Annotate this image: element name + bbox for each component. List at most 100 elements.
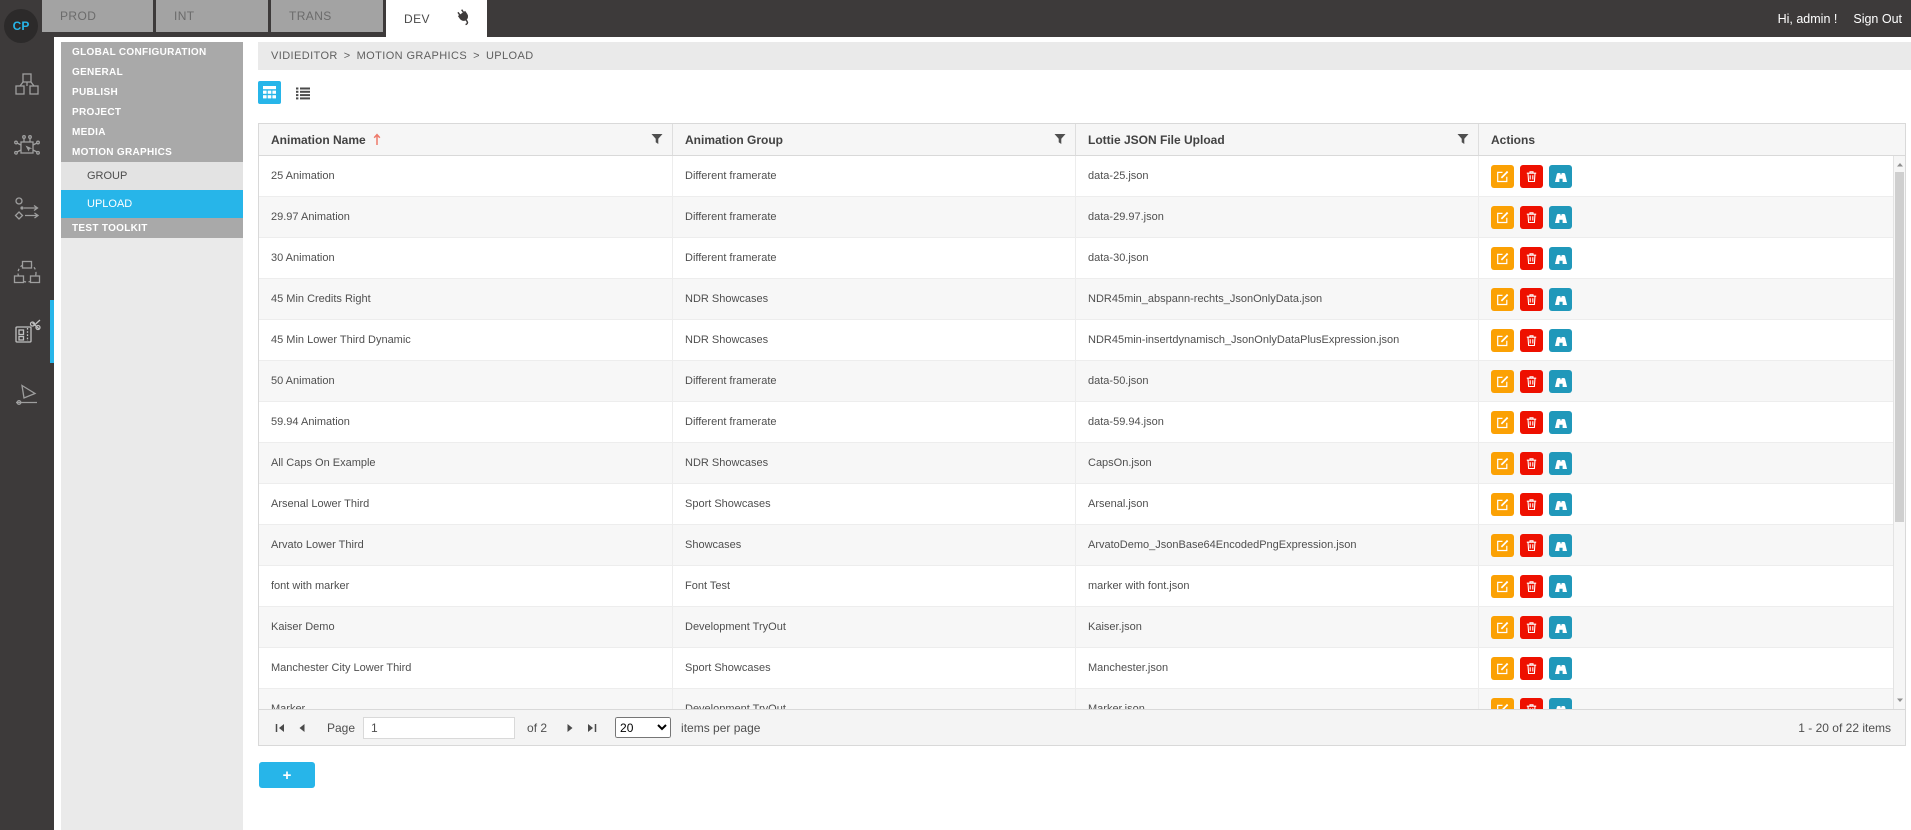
edit-button[interactable] — [1491, 370, 1514, 393]
scrollbar-thumb[interactable] — [1895, 172, 1904, 522]
rail-item-video-editor[interactable] — [0, 307, 54, 359]
column-header-animation-name[interactable]: Animation Name — [259, 124, 673, 155]
edit-button[interactable] — [1491, 411, 1514, 434]
trash-icon — [1525, 621, 1538, 634]
edit-button[interactable] — [1491, 698, 1514, 710]
preview-button[interactable] — [1549, 370, 1572, 393]
column-header-lottie-json-file-upload[interactable]: Lottie JSON File Upload — [1076, 124, 1479, 155]
last-page-button[interactable] — [581, 717, 603, 739]
video-editor-icon — [12, 318, 42, 348]
add-animation-button[interactable]: + — [259, 762, 315, 788]
previous-page-button[interactable] — [291, 717, 313, 739]
sidebar-item-test-toolkit[interactable]: TEST TOOLKIT — [61, 218, 243, 238]
delete-button[interactable] — [1520, 329, 1543, 352]
delete-button[interactable] — [1520, 206, 1543, 229]
env-tab-trans[interactable]: TRANS — [271, 0, 383, 32]
rail-item-bezier-tool[interactable] — [0, 368, 54, 420]
edit-button[interactable] — [1491, 206, 1514, 229]
table-row: 45 Min Lower Third DynamicNDR ShowcasesN… — [259, 320, 1893, 361]
animations-grid: Animation Name Animation Group Lottie JS… — [258, 123, 1906, 746]
bezier-tool-icon — [13, 380, 41, 408]
preview-button[interactable] — [1549, 534, 1572, 557]
vertical-scrollbar[interactable] — [1893, 156, 1905, 709]
binoculars-icon — [1554, 703, 1568, 710]
list-view-toggle[interactable] — [292, 82, 314, 104]
edit-button[interactable] — [1491, 247, 1514, 270]
cell-file: Manchester.json — [1076, 648, 1479, 688]
items-per-page-select[interactable]: 20 — [615, 717, 671, 738]
grid-header-row: Animation Name Animation Group Lottie JS… — [259, 124, 1905, 156]
preview-button[interactable] — [1549, 575, 1572, 598]
delete-button[interactable] — [1520, 698, 1543, 710]
first-page-button[interactable] — [269, 717, 291, 739]
preview-button[interactable] — [1549, 657, 1572, 680]
sidebar-item-motion-graphics[interactable]: MOTION GRAPHICS — [61, 142, 243, 162]
edit-button[interactable] — [1491, 288, 1514, 311]
app-logo[interactable]: CP — [4, 9, 38, 43]
sidebar-item-media[interactable]: MEDIA — [61, 122, 243, 142]
sidebar-item-general[interactable]: GENERAL — [61, 62, 243, 82]
cell-group: Sport Showcases — [673, 484, 1076, 524]
column-header-actions: Actions — [1479, 124, 1893, 155]
edit-button[interactable] — [1491, 616, 1514, 639]
edit-button[interactable] — [1491, 575, 1514, 598]
edit-button[interactable] — [1491, 165, 1514, 188]
rail-item-network[interactable] — [0, 246, 54, 298]
preview-button[interactable] — [1549, 698, 1572, 710]
binoculars-icon — [1554, 293, 1568, 306]
cell-file: Marker.json — [1076, 689, 1479, 709]
preview-button[interactable] — [1549, 329, 1572, 352]
cell-group: Different framerate — [673, 402, 1076, 442]
preview-button[interactable] — [1549, 616, 1572, 639]
preview-button[interactable] — [1549, 493, 1572, 516]
trash-icon — [1525, 703, 1538, 710]
delete-button[interactable] — [1520, 534, 1543, 557]
sidebar-item-group[interactable]: GROUP — [61, 162, 243, 190]
scroll-down-arrow[interactable] — [1896, 696, 1904, 704]
delete-button[interactable] — [1520, 165, 1543, 188]
filter-icon[interactable] — [651, 134, 663, 148]
column-header-animation-group[interactable]: Animation Group — [673, 124, 1076, 155]
edit-button[interactable] — [1491, 534, 1514, 557]
trash-icon — [1525, 334, 1538, 347]
rail-item-modules[interactable] — [0, 59, 54, 111]
sign-out-link[interactable]: Sign Out — [1853, 12, 1902, 26]
sidebar-item-global-configuration[interactable]: GLOBAL CONFIGURATION — [61, 42, 243, 62]
rail-item-configuration[interactable] — [0, 121, 54, 173]
preview-button[interactable] — [1549, 411, 1572, 434]
preview-button[interactable] — [1549, 206, 1572, 229]
preview-button[interactable] — [1549, 288, 1572, 311]
page-number-input[interactable] — [363, 717, 515, 739]
delete-button[interactable] — [1520, 370, 1543, 393]
preview-button[interactable] — [1549, 165, 1572, 188]
env-tab-prod[interactable]: PROD — [42, 0, 153, 32]
delete-button[interactable] — [1520, 657, 1543, 680]
scroll-up-arrow[interactable] — [1896, 161, 1904, 169]
delete-button[interactable] — [1520, 575, 1543, 598]
sidebar-item-publish[interactable]: PUBLISH — [61, 82, 243, 102]
tab-label: TRANS — [289, 9, 332, 23]
env-tab-dev[interactable]: DEV — [386, 0, 487, 37]
delete-button[interactable] — [1520, 452, 1543, 475]
preview-button[interactable] — [1549, 452, 1572, 475]
edit-button[interactable] — [1491, 452, 1514, 475]
delete-button[interactable] — [1520, 493, 1543, 516]
edit-button[interactable] — [1491, 657, 1514, 680]
delete-button[interactable] — [1520, 247, 1543, 270]
next-page-button[interactable] — [559, 717, 581, 739]
rail-item-workflow[interactable] — [0, 183, 54, 235]
edit-button[interactable] — [1491, 493, 1514, 516]
env-tab-int[interactable]: INT — [156, 0, 268, 32]
preview-button[interactable] — [1549, 247, 1572, 270]
grid-view-toggle[interactable] — [258, 81, 281, 104]
rail-active-indicator — [50, 300, 54, 363]
delete-button[interactable] — [1520, 288, 1543, 311]
filter-icon[interactable] — [1054, 134, 1066, 148]
delete-button[interactable] — [1520, 616, 1543, 639]
edit-button[interactable] — [1491, 329, 1514, 352]
sidebar-item-project[interactable]: PROJECT — [61, 102, 243, 122]
delete-button[interactable] — [1520, 411, 1543, 434]
sidebar-item-upload[interactable]: UPLOAD — [61, 190, 243, 218]
filter-icon[interactable] — [1457, 134, 1469, 148]
cell-file: Kaiser.json — [1076, 607, 1479, 647]
